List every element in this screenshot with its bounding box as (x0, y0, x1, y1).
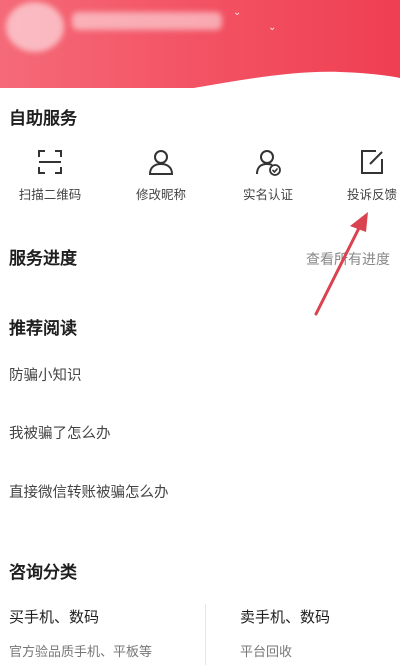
avatar[interactable] (6, 2, 64, 52)
article-item[interactable]: 防骗小知识 (9, 364, 82, 385)
real-name-auth-button[interactable]: 实名认证 (218, 148, 318, 210)
scan-qr-icon (38, 150, 62, 174)
username[interactable] (72, 12, 222, 30)
article-item[interactable]: 我被骗了怎么办 (9, 422, 111, 443)
category-buy-subtitle[interactable]: 官方验品质手机、平板等 (9, 641, 152, 660)
section-title-recommended: 推荐阅读 (9, 319, 77, 339)
edit-nickname-button[interactable]: 修改昵称 (111, 148, 211, 210)
scan-qr-label: 扫描二维码 (18, 187, 82, 202)
bird-decoration-icon: ⌄ (233, 7, 242, 18)
scan-qr-button[interactable]: 扫描二维码 (0, 148, 100, 210)
user-icon (148, 150, 174, 175)
edit-note-icon (361, 150, 383, 174)
section-title-self-service: 自助服务 (9, 109, 77, 129)
real-name-auth-label: 实名认证 (242, 187, 293, 202)
profile-page: ⌄ ⌄ 自助服务 扫描二维码 修改昵称 实名认证 投诉反馈 服务进度 查看所有进… (0, 0, 400, 665)
edit-nickname-label: 修改昵称 (135, 187, 186, 202)
header-wave (0, 71, 400, 88)
category-divider (205, 604, 206, 665)
view-all-progress-link[interactable]: 查看所有进度 (306, 249, 390, 269)
section-title-service-progress: 服务进度 (9, 249, 77, 269)
profile-header: ⌄ ⌄ (0, 0, 400, 88)
section-title-consult: 咨询分类 (9, 563, 77, 583)
category-sell-title[interactable]: 卖手机、数码 (240, 606, 330, 627)
verified-user-icon (256, 150, 281, 176)
category-sell-subtitle[interactable]: 平台回收 (240, 641, 292, 660)
complaint-feedback-button[interactable]: 投诉反馈 (322, 148, 400, 210)
category-buy-title[interactable]: 买手机、数码 (9, 606, 99, 627)
complaint-feedback-label: 投诉反馈 (346, 187, 397, 202)
bird-decoration-icon: ⌄ (268, 22, 277, 33)
article-item[interactable]: 直接微信转账被骗怎么办 (9, 481, 169, 502)
